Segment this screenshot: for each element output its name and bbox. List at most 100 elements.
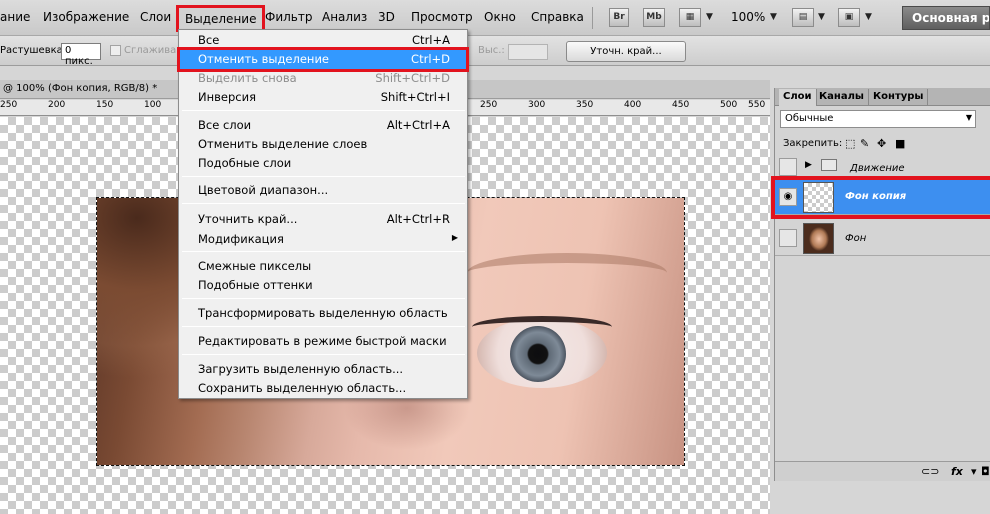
mini-bridge-icon[interactable]: Mb (643, 8, 665, 27)
menu-item-grow[interactable]: Смежные пикселы (180, 257, 466, 276)
fx-icon[interactable]: fx (951, 465, 963, 478)
tab-channels[interactable]: Каналы (815, 89, 869, 106)
layer-name[interactable]: Движение (850, 163, 905, 174)
screen-mode-icon[interactable]: ▣ (838, 8, 860, 27)
layer-row-background[interactable]: Фон (775, 221, 990, 256)
ruler-label: 550 (748, 100, 766, 110)
menu-window[interactable]: Окно (484, 10, 516, 24)
visibility-toggle[interactable] (779, 229, 797, 247)
menu-separator (182, 298, 465, 299)
refine-edge-button[interactable]: Уточн. край... (566, 41, 686, 62)
folder-icon (821, 159, 837, 171)
blend-mode-select[interactable]: Обычные ▼ (780, 110, 976, 128)
visibility-toggle[interactable] (779, 158, 797, 176)
ruler-label: 200 (48, 100, 66, 110)
menu-item-label: Отменить выделение (198, 52, 330, 66)
layer-name[interactable]: Фон (845, 233, 866, 244)
blend-mode-value: Обычные (785, 113, 834, 124)
layer-name[interactable]: Фон копия (845, 191, 906, 202)
menu-item-refine-edge[interactable]: Уточнить край... Alt+Ctrl+R (180, 210, 466, 229)
chevron-down-icon[interactable]: ▼ (770, 12, 777, 22)
menu-item-label: Уточнить край... (198, 212, 298, 226)
select-menu-dropdown: Все Ctrl+A Отменить выделение Ctrl+D Выдел… (177, 29, 469, 399)
lock-transparency-icon[interactable]: ⬚ (845, 138, 855, 150)
chevron-down-icon[interactable]: ▼ (818, 12, 825, 22)
height-input[interactable] (508, 44, 548, 60)
menu-help[interactable]: Справка (531, 10, 584, 24)
menu-item-quick-mask[interactable]: Редактировать в режиме быстрой маски (180, 332, 466, 351)
menu-item-label: Сохранить выделенную область... (198, 381, 407, 395)
menu-separator (182, 176, 465, 177)
menu-item-label: Все слои (198, 118, 252, 132)
menu-item-all[interactable]: Все Ctrl+A (180, 31, 466, 50)
menu-separator (182, 203, 465, 204)
menu-item-similar-layers[interactable]: Подобные слои (180, 154, 466, 173)
link-layers-icon[interactable]: ⊂⊃ (921, 465, 939, 478)
menu-3d[interactable]: 3D (378, 10, 395, 24)
menu-item-save-selection[interactable]: Сохранить выделенную область... (180, 379, 466, 398)
menu-window-partial[interactable]: ание (0, 10, 30, 24)
zoom-level[interactable]: 100% (731, 10, 765, 24)
bridge-icon[interactable]: Br (609, 8, 629, 27)
menu-item-label: Смежные пикселы (198, 259, 312, 273)
ruler-label: 250 (480, 100, 498, 110)
panel-bottom-bar: ⊂⊃ fx ▾ ◘ (775, 461, 990, 481)
layer-row-selected[interactable]: ◉ Фон копия (771, 176, 990, 219)
antialias-checkbox[interactable] (110, 45, 121, 56)
menu-item-inverse[interactable]: Инверсия Shift+Ctrl+I (180, 88, 466, 107)
mask-icon[interactable]: ◘ (981, 465, 990, 478)
menu-item-all-layers[interactable]: Все слои Alt+Ctrl+A (180, 116, 466, 135)
menu-separator (182, 110, 465, 111)
menu-item-label: Редактировать в режиме быстрой маски (198, 334, 447, 348)
lock-brush-icon[interactable]: ✎ (860, 138, 869, 150)
chevron-down-icon[interactable]: ▾ (971, 465, 977, 478)
ruler-label: 400 (624, 100, 642, 110)
ruler-label: 300 (528, 100, 546, 110)
menu-select[interactable]: Выделение (176, 5, 266, 32)
menu-filter[interactable]: Фильтр (265, 10, 312, 24)
lock-all-icon[interactable]: ■ (895, 138, 905, 150)
menu-item-label: Отменить выделение слоев (198, 137, 368, 151)
arrange-documents-icon[interactable]: ▤ (792, 8, 814, 27)
menu-item-reselect[interactable]: Выделить снова Shift+Ctrl+D (180, 69, 466, 88)
menu-item-color-range[interactable]: Цветовой диапазон... (180, 181, 466, 200)
tab-layers[interactable]: Слои (779, 89, 817, 106)
eye-icon[interactable]: ◉ (779, 188, 797, 206)
lock-label: Закрепить: (783, 138, 843, 149)
menu-analysis[interactable]: Анализ (322, 10, 367, 24)
shortcut-label: Ctrl+A (412, 33, 450, 47)
lock-move-icon[interactable]: ✥ (877, 138, 886, 150)
ruler-label: 250 (0, 100, 18, 110)
menu-layers[interactable]: Слои (140, 10, 171, 24)
menu-image[interactable]: Изображение (43, 10, 129, 24)
layer-row-group[interactable]: ▶ Движение (775, 156, 990, 178)
layer-thumbnail (803, 223, 834, 254)
menu-item-label: Загрузить выделенную область... (198, 362, 404, 376)
shortcut-label: Alt+Ctrl+R (386, 212, 450, 226)
chevron-down-icon[interactable]: ▼ (706, 12, 713, 22)
menu-item-transform-selection[interactable]: Трансформировать выделенную область (180, 304, 466, 323)
ruler-label: 100 (144, 100, 162, 110)
menu-item-modify[interactable]: Модификация ▶ (180, 230, 466, 249)
antialias-label: Сглаживан (124, 45, 183, 56)
tab-paths[interactable]: Контуры (869, 89, 929, 106)
menu-item-label: Подобные слои (198, 156, 292, 170)
menu-item-load-selection[interactable]: Загрузить выделенную область... (180, 360, 466, 379)
feather-input[interactable]: 0 пикс. (61, 43, 101, 67)
layer-thumbnail (803, 182, 834, 213)
menu-item-label: Инверсия (198, 90, 256, 104)
menu-item-deselect[interactable]: Отменить выделение Ctrl+D (177, 47, 469, 72)
menu-item-label: Все (198, 33, 220, 47)
menu-item-deselect-layers[interactable]: Отменить выделение слоев (180, 135, 466, 154)
feather-label: Растушевка: (0, 45, 67, 56)
menu-item-label: Подобные оттенки (198, 278, 313, 292)
chevron-down-icon[interactable]: ▼ (865, 12, 872, 22)
menu-item-similar[interactable]: Подобные оттенки (180, 276, 466, 295)
height-label: Выс.: (478, 45, 505, 56)
submenu-arrow-icon: ▶ (451, 233, 458, 242)
workspace-button[interactable]: Основная рабо (902, 6, 990, 30)
menu-separator (182, 326, 465, 327)
film-strip-icon[interactable]: ▦ (679, 8, 701, 27)
menu-view[interactable]: Просмотр (411, 10, 473, 24)
expand-arrow-icon[interactable]: ▶ (805, 160, 812, 170)
